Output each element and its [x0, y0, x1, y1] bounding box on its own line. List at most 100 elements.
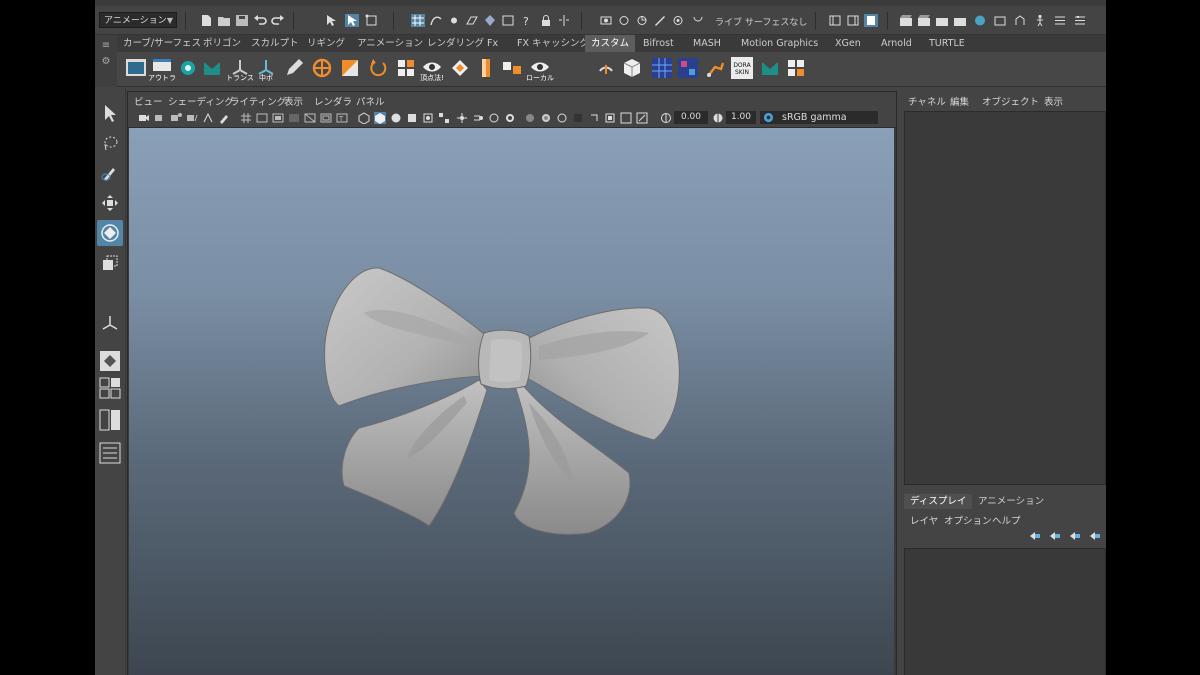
channel-box-toggle-icon[interactable]	[864, 14, 878, 27]
snap-view-plane-icon[interactable]	[465, 14, 479, 27]
select-component-icon[interactable]	[365, 14, 379, 27]
camera-icon[interactable]	[138, 112, 150, 124]
maya-script-2-icon[interactable]	[759, 57, 781, 79]
render-frame-icon[interactable]	[617, 14, 631, 27]
isolate-select-icon[interactable]	[524, 112, 536, 124]
bookmark-icon[interactable]	[170, 112, 182, 124]
frame-selection-icon[interactable]	[604, 112, 616, 124]
move-layer-up-icon[interactable]	[1029, 531, 1041, 541]
grease-pencil-icon[interactable]	[218, 112, 230, 124]
render-globe-icon[interactable]	[973, 14, 987, 27]
shelf-tab-xgen[interactable]: XGen	[829, 35, 867, 52]
shelf-tab-motion-graphics[interactable]: Motion Graphics	[735, 35, 824, 52]
2d-pan-zoom-icon[interactable]	[202, 112, 214, 124]
frame-all-icon[interactable]	[620, 112, 632, 124]
channel-menu-edit[interactable]: 編集	[950, 94, 969, 108]
human-ik-icon[interactable]	[1033, 14, 1047, 27]
scale-tool[interactable]	[97, 250, 123, 276]
maya-script-icon[interactable]	[201, 57, 223, 79]
uv-grid-mixed-icon[interactable]	[677, 57, 699, 79]
wire-on-shaded-icon[interactable]	[390, 112, 402, 124]
pencil-icon[interactable]	[283, 57, 305, 79]
lock-icon[interactable]	[539, 14, 553, 27]
light-editor-icon[interactable]	[691, 14, 705, 27]
rotate-tool[interactable]	[97, 220, 123, 246]
white-cube-icon[interactable]	[621, 57, 643, 79]
channel-menu-channels[interactable]: チャネル	[908, 94, 946, 108]
menu-set-dropdown[interactable]: アニメーション ▼	[99, 12, 177, 28]
shelf-tab-animation[interactable]: アニメーション	[351, 35, 429, 52]
exposure-icon[interactable]	[660, 112, 672, 124]
hud-icon[interactable]	[636, 112, 648, 124]
shadows-icon[interactable]	[438, 112, 450, 124]
shelf-tab-mash[interactable]: MASH	[687, 35, 727, 52]
rig-figure-icon[interactable]	[705, 57, 727, 79]
tool-settings-icon[interactable]	[1073, 14, 1087, 27]
layer-menu-help[interactable]: ヘルプ	[992, 513, 1021, 527]
channel-menu-object[interactable]: オブジェクト	[982, 94, 1039, 108]
single-view-layout[interactable]	[97, 348, 123, 374]
playblast-clapper-icon[interactable]	[917, 14, 931, 27]
outliner-layout[interactable]	[97, 440, 123, 466]
shelf-tab-menu-icon[interactable]: ≡	[101, 41, 111, 51]
panel-menu-shading[interactable]: シェーディング	[168, 94, 234, 108]
hypershade-icon[interactable]	[671, 14, 685, 27]
grid-toggle-icon[interactable]	[240, 112, 252, 124]
orange-pillar-icon[interactable]	[475, 57, 497, 79]
shelf-tab-rigging[interactable]: リギング	[301, 35, 351, 52]
redo-icon[interactable]	[271, 14, 285, 27]
wireframe-icon[interactable]	[358, 112, 370, 124]
shelf-tab-arnold[interactable]: Arnold	[875, 35, 918, 52]
transform-button[interactable]: トランス	[226, 57, 254, 82]
shelf-tab-poly[interactable]: ポリゴン	[197, 35, 247, 52]
new-scene-icon[interactable]	[199, 14, 213, 27]
select-hierarchy-icon[interactable]	[325, 14, 339, 27]
use-all-lights-icon[interactable]	[422, 112, 434, 124]
help-icon[interactable]: ?	[519, 14, 533, 27]
cube-split-icon[interactable]	[339, 57, 361, 79]
snap-point-icon[interactable]	[447, 14, 461, 27]
new-layer-selected-icon[interactable]	[1089, 531, 1101, 541]
select-object-icon[interactable]	[345, 14, 359, 27]
shelf-tab-curves[interactable]: カーブ/サーフェス	[117, 35, 207, 52]
backface-icon[interactable]	[588, 112, 600, 124]
pivot-arc-icon[interactable]	[595, 57, 617, 79]
render-settings-icon[interactable]	[653, 14, 667, 27]
xray-icon[interactable]	[540, 112, 552, 124]
uv-grid-blue-icon[interactable]	[651, 57, 673, 79]
exposure-field[interactable]: 0.00	[674, 111, 708, 124]
batch-render-icon[interactable]	[953, 14, 967, 27]
channel-box-body[interactable]	[904, 111, 1106, 485]
last-tool[interactable]	[97, 310, 123, 336]
gamma-field[interactable]: 1.00	[726, 111, 756, 124]
two-view-layout[interactable]	[97, 408, 123, 432]
render-sequence-icon[interactable]	[935, 14, 949, 27]
shelf-tab-bifrost[interactable]: Bifrost	[637, 35, 680, 52]
panel-menu-view[interactable]: ビュー	[134, 94, 163, 108]
xray-active-icon[interactable]	[556, 112, 568, 124]
undo-icon[interactable]	[253, 14, 267, 27]
history-icon[interactable]	[501, 14, 515, 27]
mirror-cubes-icon[interactable]	[501, 57, 523, 79]
resolution-gate-icon[interactable]	[272, 112, 284, 124]
3d-viewport[interactable]	[129, 128, 894, 675]
four-view-layout[interactable]	[97, 376, 123, 400]
camera-attributes-icon[interactable]	[154, 112, 166, 124]
textured-icon[interactable]	[406, 112, 418, 124]
snap-curve-icon[interactable]	[429, 14, 443, 27]
shelf-tab-fx[interactable]: Fx	[481, 35, 504, 52]
panel-menu-lighting[interactable]: ライティング	[230, 94, 286, 108]
gamma-icon[interactable]	[712, 112, 724, 124]
depth-of-field-icon[interactable]	[504, 112, 516, 124]
shelf-tab-rendering[interactable]: レンダリング	[421, 35, 490, 52]
safe-action-icon[interactable]	[320, 112, 332, 124]
center-pivot-button[interactable]: 中ボ	[255, 57, 277, 82]
lasso-tool[interactable]	[97, 130, 123, 156]
tile-grid-icon[interactable]	[785, 57, 807, 79]
move-tool[interactable]	[97, 190, 123, 216]
save-scene-icon[interactable]	[235, 14, 249, 27]
gate-mask-icon[interactable]	[288, 112, 300, 124]
hypergraph-icon[interactable]	[125, 57, 147, 79]
film-gate-icon[interactable]	[256, 112, 268, 124]
xray-joints-icon[interactable]	[572, 112, 584, 124]
